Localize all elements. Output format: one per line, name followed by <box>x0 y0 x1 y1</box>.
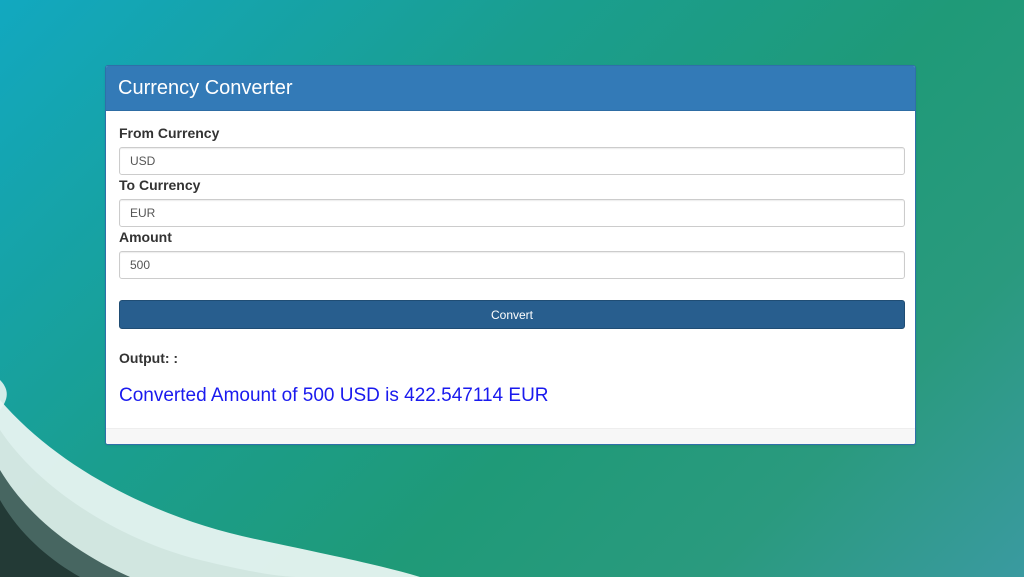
to-currency-label: To Currency <box>119 177 201 193</box>
to-currency-group: To Currency <box>119 177 905 227</box>
amount-label: Amount <box>119 229 172 245</box>
amount-input[interactable] <box>119 251 905 279</box>
from-currency-input[interactable] <box>119 147 905 175</box>
output-result: Converted Amount of 500 USD is 422.54711… <box>119 385 549 406</box>
output-label: Output: : <box>119 350 179 366</box>
from-currency-label: From Currency <box>119 125 220 141</box>
from-currency-group: From Currency <box>119 125 905 175</box>
panel-footer <box>106 428 915 444</box>
panel-body: From Currency To Currency Amount Convert… <box>106 111 915 407</box>
page-title: Currency Converter <box>118 77 293 99</box>
amount-group: Amount <box>119 229 905 279</box>
panel-header: Currency Converter <box>106 66 915 111</box>
converter-panel: Currency Converter From Currency To Curr… <box>105 65 916 445</box>
to-currency-input[interactable] <box>119 199 905 227</box>
convert-button[interactable]: Convert <box>119 300 905 329</box>
